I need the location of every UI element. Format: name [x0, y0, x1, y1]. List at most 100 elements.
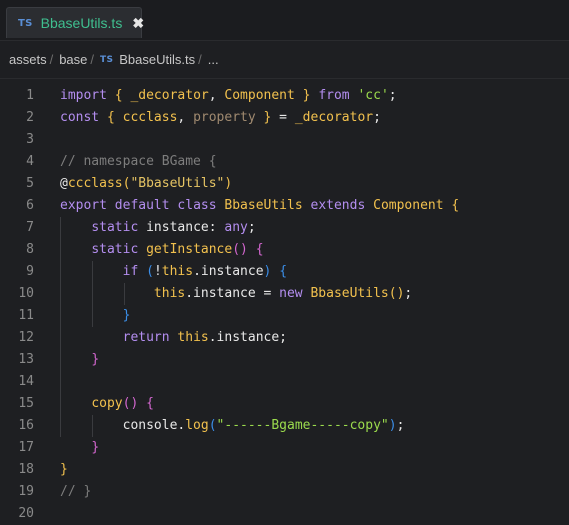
code-token: () [389, 286, 405, 301]
code-token: getInstance [146, 242, 232, 257]
code-token: () [232, 242, 248, 257]
line-number: 6 [0, 195, 34, 217]
code-token: "BbaseUtils" [130, 176, 224, 191]
typescript-file-icon: TS [100, 55, 113, 65]
code-text: static getInstance() { [60, 239, 264, 261]
line-number: 12 [0, 327, 34, 349]
code-text: if (!this.instance) { [60, 261, 287, 283]
code-token: } [91, 352, 99, 367]
code-token [60, 220, 91, 235]
code-token: console. [60, 418, 185, 433]
code-token: log [185, 418, 208, 433]
code-token: Component [224, 88, 294, 103]
code-token: 'cc' [357, 88, 388, 103]
line-number: 20 [0, 503, 34, 525]
code-token: "------Bgame-----copy" [217, 418, 389, 433]
code-token: } [123, 308, 131, 323]
line-number: 10 [0, 283, 34, 305]
code-token: BbaseUtils [224, 198, 302, 213]
code-token: this [162, 264, 193, 279]
code-token [60, 396, 91, 411]
code-token: { [146, 396, 154, 411]
code-token [60, 264, 123, 279]
code-token: // namespace BGame { [60, 154, 217, 169]
code-text: } [60, 437, 99, 459]
code-token: _decorator [130, 88, 208, 103]
line-number: 17 [0, 437, 34, 459]
code-token: copy [91, 396, 122, 411]
line-number: 2 [0, 107, 34, 129]
editor-tab-bbaseutils[interactable]: TS BbaseUtils.ts ✖ [6, 7, 142, 38]
code-token: import [60, 88, 107, 103]
line-number: 11 [0, 305, 34, 327]
code-token [271, 264, 279, 279]
code-text: console.log("------Bgame-----copy"); [60, 415, 404, 437]
code-token: ( [146, 264, 154, 279]
close-icon[interactable]: ✖ [132, 15, 144, 32]
line-number: 3 [0, 129, 34, 151]
code-token: instance: [138, 220, 224, 235]
code-token: { [256, 242, 264, 257]
code-token [60, 308, 123, 323]
code-token: // } [60, 484, 91, 499]
code-token: this [154, 286, 185, 301]
breadcrumb-item[interactable]: assets [9, 52, 47, 67]
line-number: 5 [0, 173, 34, 195]
code-token [256, 110, 264, 125]
code-token: () [123, 396, 139, 411]
code-token: Component [373, 198, 443, 213]
breadcrumb-item[interactable]: ... [208, 52, 219, 67]
line-number: 19 [0, 481, 34, 503]
breadcrumb-separator: / [90, 52, 94, 67]
line-number: 13 [0, 349, 34, 371]
code-token: const [60, 110, 99, 125]
code-text: static instance: any; [60, 217, 256, 239]
breadcrumb-item[interactable]: BbaseUtils.ts [119, 52, 195, 67]
code-token: } [303, 88, 311, 103]
code-token: { [115, 88, 123, 103]
code-token [365, 198, 373, 213]
code-token: .instance [193, 264, 263, 279]
code-token [60, 330, 123, 345]
code-token: { [451, 198, 459, 213]
typescript-file-icon: TS [18, 18, 33, 29]
code-token [60, 286, 154, 301]
breadcrumb-separator: / [50, 52, 54, 67]
line-number: 9 [0, 261, 34, 283]
breadcrumb-item[interactable]: base [59, 52, 87, 67]
code-text: @ccclass("BbaseUtils") [60, 173, 232, 195]
code-token [295, 88, 303, 103]
breadcrumb-separator: / [198, 52, 202, 67]
code-text: } [60, 305, 130, 327]
code-token [138, 396, 146, 411]
code-editor[interactable]: 1import { _decorator, Component } from '… [0, 85, 569, 516]
line-number: 16 [0, 415, 34, 437]
code-token: } [91, 440, 99, 455]
code-token: @ [60, 176, 68, 191]
code-text: } [60, 349, 99, 371]
code-token: export [60, 198, 107, 213]
code-token [115, 110, 123, 125]
code-text: const { ccclass, property } = _decorator… [60, 107, 381, 129]
line-number: 14 [0, 371, 34, 393]
code-token: ; [404, 286, 412, 301]
code-token: ; [373, 110, 381, 125]
code-token: ; [248, 220, 256, 235]
code-text: this.instance = new BbaseUtils(); [60, 283, 412, 305]
line-number: 18 [0, 459, 34, 481]
code-token: ; [397, 418, 405, 433]
code-token: property [193, 110, 256, 125]
code-token [248, 242, 256, 257]
code-token: from [318, 88, 349, 103]
code-token: _decorator [295, 110, 373, 125]
code-token: any [224, 220, 247, 235]
code-token [60, 440, 91, 455]
code-token: ( [209, 418, 217, 433]
code-token: return [123, 330, 170, 345]
code-token: BbaseUtils [310, 286, 388, 301]
code-token [107, 198, 115, 213]
code-token: this [177, 330, 208, 345]
code-token: default [115, 198, 170, 213]
code-token [60, 242, 91, 257]
code-token [60, 352, 91, 367]
